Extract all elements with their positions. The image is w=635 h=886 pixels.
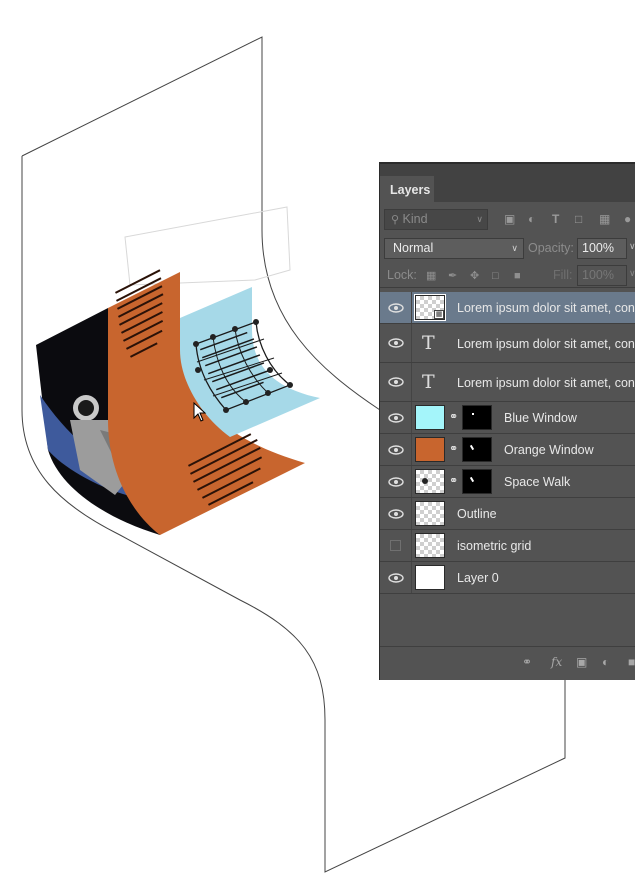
chevron-down-icon: ∨ [511,243,518,253]
blend-row: Normal ∨ Opacity: 100% ∨ [380,238,635,260]
layer-name: Lorem ipsum dolor sit amet, con [457,337,635,351]
eye-visibility-icon[interactable] [388,336,404,350]
pixel-filter-icon[interactable]: ▣ [504,212,515,226]
shape-filter-icon[interactable]: □ [575,212,582,226]
chain-link-icon[interactable]: ⚭ [449,410,458,423]
layer-row[interactable]: Layer 0 [380,562,635,594]
layer-name: Blue Window [504,411,577,425]
eye-visibility-icon[interactable] [388,571,404,585]
layer-name: Outline [457,507,497,521]
mouse-cursor-icon [193,402,207,422]
lock-label: Lock: [387,268,417,282]
layer-thumbnail [415,533,445,558]
layer-name: Space Walk [504,475,571,489]
layer-thumbnail [415,501,445,526]
chain-link-icon[interactable]: ⚭ [449,474,458,487]
layer-thumbnail [415,437,445,462]
chevron-down-icon[interactable]: ∨ [629,268,635,279]
type-filter-icon[interactable]: T [552,212,559,226]
panel-footer: ⚭ fx ▣ ◐ ■ [380,646,635,680]
lock-transparency-icon[interactable]: ▦ [426,270,436,282]
adjustment-layer-icon[interactable]: ◐ [602,655,609,669]
layer-row[interactable]: T Lorem ipsum dolor sit amet, con [380,324,635,363]
opacity-field[interactable]: 100% [577,238,627,259]
panel-tab-bar: Layers [380,162,635,204]
fx-layer-style-icon[interactable]: fx [551,655,562,669]
layer-mask-thumbnail[interactable] [462,405,492,430]
layer-row[interactable]: isometric grid [380,530,635,562]
layer-name: Layer 0 [457,571,499,585]
chain-link-icon[interactable]: ⚭ [449,442,458,455]
layer-row[interactable]: Outline [380,498,635,530]
layer-name: isometric grid [457,539,532,553]
opacity-label: Opacity: [528,241,574,255]
fill-label: Fill: [553,268,573,282]
layer-name: Lorem ipsum dolor sit amet, con [457,376,635,390]
eye-visibility-icon[interactable] [388,301,404,315]
layer-row[interactable]: ⚭ Orange Window [380,434,635,466]
lock-position-move-icon[interactable]: ✥ [470,270,479,282]
eye-visibility-icon[interactable] [388,443,404,457]
fill-field[interactable]: 100% [577,265,627,286]
layer-mask-thumbnail[interactable] [462,437,492,462]
blend-mode-value: Normal [393,241,434,255]
lock-artboard-icon[interactable]: □ [492,270,499,282]
kind-filter-label: Kind [402,212,428,226]
layers-panel: Layers ⚲ Kind ∨ ▣ ◐ T □ ▦ ● Normal ∨ Opa… [379,162,635,680]
smart-object-badge-icon: ▦ [434,310,444,319]
link-layers-icon[interactable]: ⚭ [522,655,532,669]
isometric-guide [124,206,291,286]
layer-thumbnail [415,565,445,590]
blend-mode-dropdown[interactable]: Normal ∨ [384,238,524,259]
group-folder-icon[interactable]: ■ [628,655,635,669]
adjustment-filter-icon[interactable]: ◐ [528,212,535,226]
kind-filter-dropdown[interactable]: ⚲ Kind ∨ [384,209,488,230]
smart-object-filter-icon[interactable]: ▦ [599,212,610,226]
chevron-down-icon: ∨ [476,214,483,224]
layer-thumbnail [415,405,445,430]
eye-visibility-icon[interactable] [388,375,404,389]
chevron-down-icon[interactable]: ∨ [629,241,635,252]
layer-mask-thumbnail[interactable] [462,469,492,494]
layer-thumbnail [415,469,445,494]
eye-visibility-icon[interactable] [388,507,404,521]
eye-visibility-icon[interactable] [388,411,404,425]
layer-name: Lorem ipsum dolor sit amet, con [457,301,635,315]
lock-all-icon[interactable]: ■ [514,270,521,282]
layer-thumbnail: ▦ [414,294,446,321]
eye-visibility-icon[interactable] [388,475,404,489]
filter-toggle-icon[interactable]: ● [624,212,631,226]
layer-row[interactable]: T Lorem ipsum dolor sit amet, con [380,363,635,402]
layer-row[interactable]: ⚭ Blue Window [380,402,635,434]
lock-image-brush-icon[interactable]: ✒ [448,270,457,282]
add-mask-icon[interactable]: ▣ [576,655,587,669]
layer-row[interactable]: ⚭ Space Walk [380,466,635,498]
lock-row: Lock: ▦ ✒ ✥ □ ■ Fill: 100% ∨ [380,265,635,288]
layer-row[interactable]: ▦ Lorem ipsum dolor sit amet, con [380,292,635,324]
visibility-toggle-off-icon[interactable] [390,540,401,551]
text-layer-icon: T [422,371,435,393]
layer-name: Orange Window [504,443,594,457]
text-layer-icon: T [422,332,435,354]
tab-layers[interactable]: Layers [380,176,434,204]
filter-row: ⚲ Kind ∨ ▣ ◐ T □ ▦ ● [380,209,635,231]
search-icon: ⚲ [391,214,400,226]
